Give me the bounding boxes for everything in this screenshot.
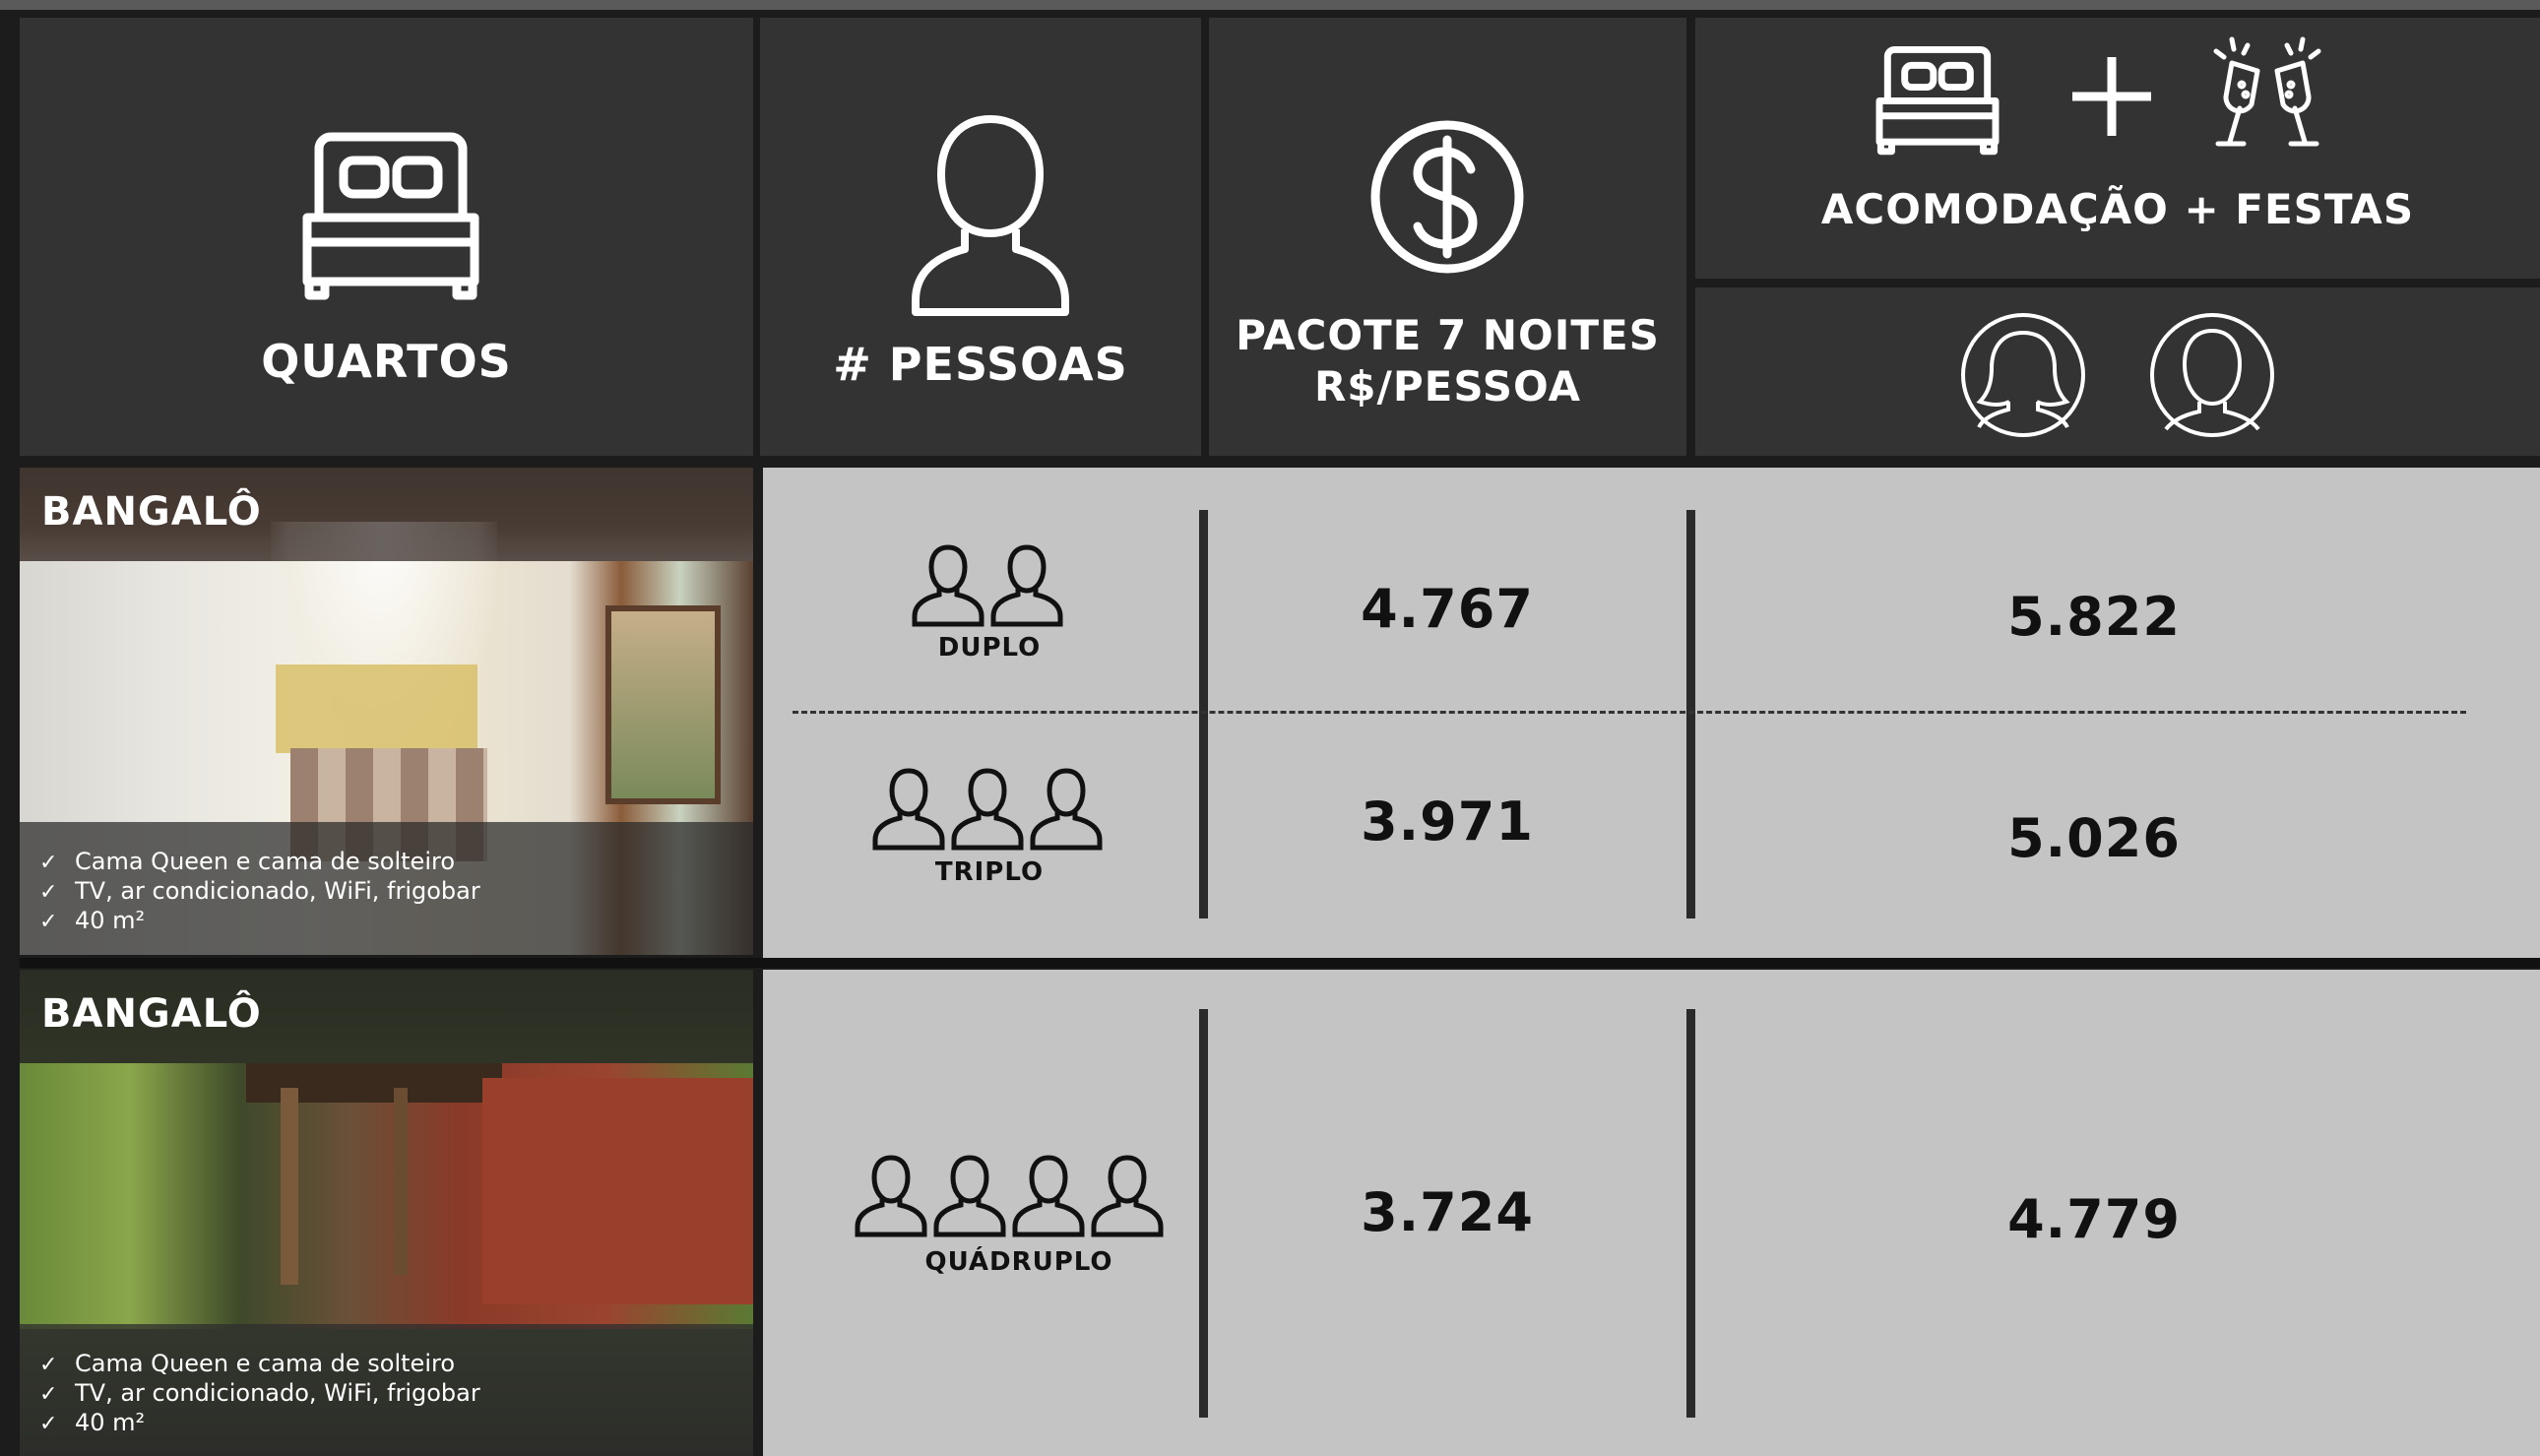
headboard	[276, 665, 477, 753]
plus-icon	[2072, 57, 2151, 136]
combo-price: 4.779	[2007, 1188, 2181, 1250]
package-price: 3.724	[1361, 1181, 1534, 1243]
row-1-panel: DUPLO 4.767 5.822 TRIPLO 3.971 5.026	[763, 468, 2540, 960]
feature-item: Cama Queen e cama de solteiro	[39, 1350, 480, 1379]
column-divider	[1686, 510, 1695, 918]
package-price: 3.971	[1361, 791, 1534, 853]
man-icon	[2150, 313, 2274, 437]
column-divider	[1686, 1009, 1695, 1418]
feature-item: 40 m²	[39, 1409, 480, 1438]
occupancy-label: TRIPLO	[934, 857, 1045, 887]
header-combo: ACOMODAÇÃO + FESTAS	[1695, 18, 2540, 279]
four-people-icon	[855, 1155, 1164, 1237]
package-price: 4.767	[1361, 578, 1534, 640]
champagne-icon	[2213, 36, 2321, 147]
people-label: # PESSOAS	[833, 338, 1128, 391]
room-card-2: BANGALÔ Cama Queen e cama de solteiro TV…	[20, 970, 753, 1456]
dashed-separator	[793, 711, 2466, 714]
red-wall	[482, 1078, 753, 1304]
package-label-line1: PACOTE 7 NOITES	[1236, 311, 1660, 359]
two-people-icon	[912, 544, 1063, 627]
combo-price: 5.026	[2007, 807, 2181, 869]
feature-item: TV, ar condicionado, WiFi, frigobar	[39, 1379, 480, 1409]
header-rooms: QUARTOS	[20, 18, 753, 456]
combo-price: 5.822	[2007, 586, 2181, 648]
woman-icon	[1961, 313, 2085, 437]
dollar-icon	[1370, 120, 1524, 274]
row-separator	[20, 958, 2540, 968]
column-divider	[1199, 1009, 1208, 1418]
three-people-icon	[872, 768, 1103, 851]
room-title: BANGALÔ	[41, 489, 262, 535]
rooms-label: QUARTOS	[261, 335, 512, 388]
occupancy-label: DUPLO	[937, 633, 1042, 663]
room-features: Cama Queen e cama de solteiro TV, ar con…	[39, 848, 480, 936]
occupancy-label: QUÁDRUPLO	[924, 1247, 1113, 1277]
feature-item: 40 m²	[39, 907, 480, 936]
top-strip	[0, 0, 2540, 10]
porch-post	[281, 1088, 298, 1285]
bed-icon	[302, 132, 479, 300]
porch-post	[394, 1088, 408, 1275]
feature-item: Cama Queen e cama de solteiro	[39, 848, 480, 877]
room-features: Cama Queen e cama de solteiro TV, ar con…	[39, 1350, 480, 1438]
bed-icon	[1875, 45, 2000, 156]
feature-item: TV, ar condicionado, WiFi, frigobar	[39, 877, 480, 907]
header-package: PACOTE 7 NOITES R$/PESSOA	[1209, 18, 1686, 456]
room-card-1: BANGALÔ Cama Queen e cama de solteiro TV…	[20, 468, 753, 955]
person-icon	[912, 115, 1069, 316]
package-label-line2: R$/PESSOA	[1313, 362, 1582, 411]
room-title: BANGALÔ	[41, 991, 262, 1037]
combo-label: ACOMODAÇÃO + FESTAS	[1820, 185, 2415, 233]
window	[605, 605, 721, 804]
header-genders	[1695, 287, 2540, 456]
header-people: # PESSOAS	[760, 18, 1201, 456]
row-2-panel: QUÁDRUPLO 3.724 4.779	[763, 970, 2540, 1456]
column-divider	[1199, 510, 1208, 918]
